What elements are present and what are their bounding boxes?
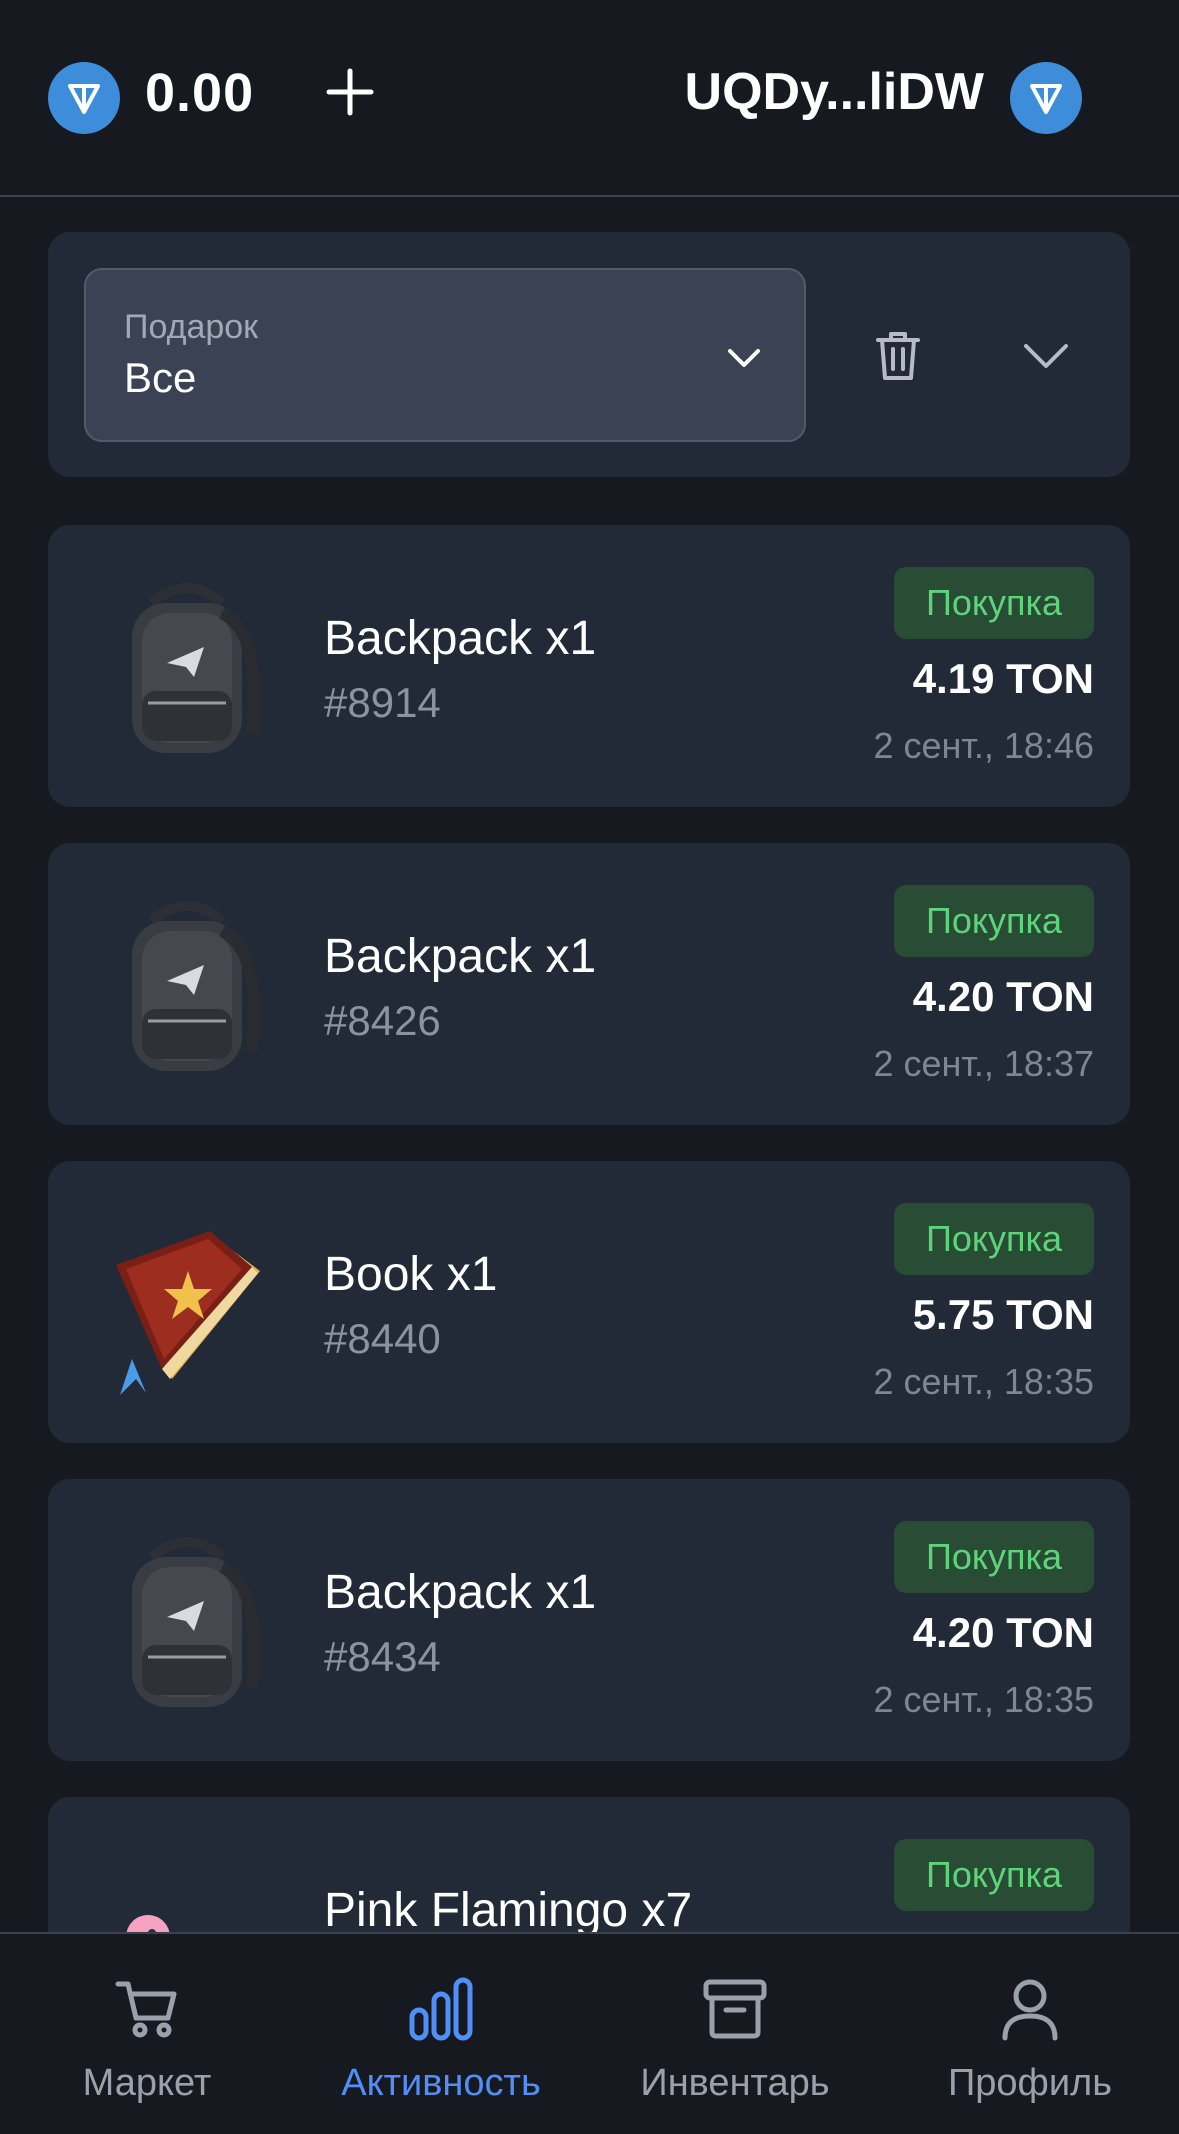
nav-inventory-label: Инвентарь [640,2062,830,2104]
user-icon [1002,1979,1058,2041]
backpack-icon [132,583,260,753]
activity-title: Backpack x1 [324,612,597,665]
activity-card[interactable]: Book x1 #8440 Покупка 5.75 TON 2 сент., … [48,1161,1130,1443]
activity-title: Book x1 [324,1248,498,1301]
gift-filter-label: Подарок [124,308,259,346]
nav-activity-label: Активность [341,2062,541,2104]
nav-profile-label: Профиль [947,2062,1113,2104]
gift-filter-value: Все [124,354,197,401]
activity-price: 5.75 TON [912,1291,1094,1338]
bottom-nav: Маркет Активность Инвентарь Профиль [0,1932,1179,2134]
activity-date: 2 сент., 18:35 [873,1361,1094,1402]
activity-card[interactable]: Backpack x1 #8426 Покупка 4.20 TON 2 сен… [48,843,1130,1125]
backpack-icon [132,1537,260,1707]
activity-type-badge: Покупка [894,1203,1094,1275]
activity-type-badge: Покупка [894,567,1094,639]
activity-date: 2 сент., 18:35 [873,1679,1094,1720]
nav-activity[interactable]: Активность [311,1974,571,2114]
activity-date: 2 сент., 18:37 [873,1043,1094,1084]
activity-chart-icon [409,1977,473,2041]
activity-number: #8434 [324,1633,441,1680]
activity-title: Pink Flamingo x7 [324,1884,693,1937]
plus-icon [326,68,374,116]
nav-market-label: Маркет [82,2062,212,2104]
activity-card[interactable]: Backpack x1 #8914 Покупка 4.19 TON 2 сен… [48,525,1130,807]
top-up-button[interactable] [318,60,382,124]
activity-title: Backpack x1 [324,930,597,983]
app-root: 0.00 UQDy...liDW Подарок Все Backpack x1… [0,0,1179,2134]
backpack-icon [132,901,260,1071]
chevron-down-icon [728,349,760,367]
activity-price: 4.20 TON [912,973,1094,1020]
balance-amount: 0.00 [145,63,255,123]
nav-profile[interactable]: Профиль [900,1974,1160,2114]
ton-balance-icon [48,62,120,134]
wallet-ton-icon[interactable] [1010,62,1082,134]
activity-number: #8440 [324,1315,441,1362]
header: 0.00 UQDy...liDW [0,0,1179,197]
activity-price: 4.19 TON [912,655,1094,702]
book-icon [116,1231,260,1395]
nav-inventory[interactable]: Инвентарь [605,1974,865,2114]
activity-title: Backpack x1 [324,1566,597,1619]
archive-icon [703,1979,767,2039]
activity-number: #8914 [324,679,441,726]
activity-type-badge: Покупка [894,885,1094,957]
activity-number: #8426 [324,997,441,1044]
wallet-address[interactable]: UQDy...liDW [685,62,984,122]
activity-date: 2 сент., 18:46 [873,725,1094,766]
gift-filter-select[interactable]: Подарок Все [84,268,806,442]
nav-market[interactable]: Маркет [17,1974,277,2114]
activity-type-badge: Покупка [894,1521,1094,1593]
clear-filter-trash-icon[interactable] [868,326,928,386]
activity-price: 4.20 TON [912,1609,1094,1656]
activity-type-badge: Покупка [894,1839,1094,1911]
activity-card[interactable]: Backpack x1 #8434 Покупка 4.20 TON 2 сен… [48,1479,1130,1761]
cart-icon [115,1981,177,2038]
filter-panel: Подарок Все [48,232,1130,477]
collapse-filter-chevron-icon[interactable] [1016,326,1076,386]
